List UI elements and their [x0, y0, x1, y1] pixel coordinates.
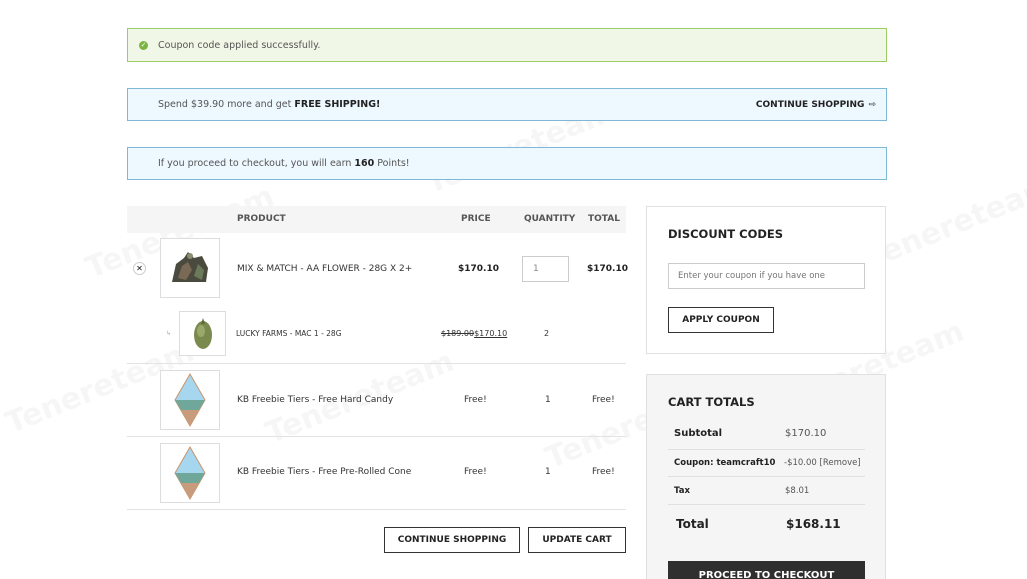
- coupon-value: -$10.00 [Remove]: [784, 458, 861, 468]
- item-name[interactable]: KB Freebie Tiers - Free Pre-Rolled Cone: [237, 467, 411, 477]
- item-quantity: 1: [545, 395, 551, 405]
- update-cart-button[interactable]: UPDATE CART: [528, 527, 626, 553]
- column-quantity: QUANTITY: [524, 214, 576, 224]
- product-thumbnail[interactable]: [160, 370, 220, 430]
- total-row: Total $168.11: [668, 505, 865, 541]
- discount-title: DISCOUNT CODES: [668, 227, 784, 241]
- item-name[interactable]: LUCKY FARMS - MAC 1 - 28G: [236, 329, 342, 338]
- proceed-to-checkout-button[interactable]: PROCEED TO CHECKOUT: [668, 561, 865, 579]
- item-total: Free!: [592, 467, 615, 477]
- points-message: If you proceed to checkout, you will ear…: [158, 158, 410, 169]
- coupon-input[interactable]: [668, 263, 865, 289]
- sale-price: $170.10: [474, 329, 508, 338]
- discount-codes-panel: DISCOUNT CODES APPLY COUPON: [646, 206, 886, 354]
- column-price: PRICE: [461, 214, 491, 224]
- product-thumbnail[interactable]: [160, 443, 220, 503]
- continue-shopping-button[interactable]: CONTINUE SHOPPING: [384, 527, 520, 553]
- row-divider: [127, 436, 626, 437]
- product-thumbnail[interactable]: [160, 238, 220, 298]
- subtotal-label: Subtotal: [674, 428, 723, 439]
- column-product: PRODUCT: [237, 214, 286, 224]
- shipping-message: Spend $39.90 more and get FREE SHIPPING!: [158, 99, 381, 110]
- row-divider: [127, 363, 626, 364]
- item-price: $170.10: [458, 264, 499, 274]
- subtotal-value: $170.10: [785, 428, 827, 439]
- apply-coupon-button[interactable]: APPLY COUPON: [668, 307, 774, 333]
- success-message: Coupon code applied successfully.: [158, 39, 321, 51]
- cart-table-header: PRODUCT PRICE QUANTITY TOTAL: [127, 206, 626, 233]
- total-label: Total: [676, 517, 709, 531]
- quantity-input[interactable]: 1: [522, 256, 569, 282]
- coupon-label: Coupon: teamcraft10: [674, 458, 776, 468]
- continue-shopping-link[interactable]: CONTINUE SHOPPING ⇨: [756, 100, 876, 110]
- remove-item-icon[interactable]: ✕: [133, 262, 146, 275]
- item-total: $170.10: [587, 264, 628, 274]
- free-shipping-notice: Spend $39.90 more and get FREE SHIPPING!…: [127, 88, 887, 121]
- old-price: $189.00: [441, 329, 475, 338]
- product-thumbnail[interactable]: [179, 311, 226, 356]
- item-price: Free!: [464, 467, 487, 477]
- tax-row: Tax $8.01: [668, 477, 865, 505]
- totals-title: CART TOTALS: [668, 395, 755, 409]
- item-name[interactable]: KB Freebie Tiers - Free Hard Candy: [237, 395, 393, 405]
- points-notice: If you proceed to checkout, you will ear…: [127, 147, 887, 180]
- coupon-success-notice: ✓ Coupon code applied successfully.: [127, 28, 887, 62]
- cart-totals-panel: CART TOTALS Subtotal $170.10 Coupon: tea…: [646, 374, 886, 579]
- item-name[interactable]: MIX & MATCH - AA FLOWER - 28G X 2+: [237, 264, 412, 274]
- total-value: $168.11: [786, 517, 841, 531]
- tax-label: Tax: [674, 486, 690, 496]
- item-price: $189.00$170.10: [441, 329, 507, 338]
- item-quantity: 2: [544, 329, 550, 338]
- column-total: TOTAL: [588, 214, 620, 224]
- tax-value: $8.01: [785, 486, 810, 496]
- check-icon: ✓: [139, 40, 148, 50]
- sub-item-marker: ↳: [166, 330, 172, 337]
- subtotal-row: Subtotal $170.10: [668, 420, 865, 450]
- row-divider: [127, 509, 626, 510]
- item-quantity: 1: [545, 467, 551, 477]
- remove-coupon-link[interactable]: [Remove]: [820, 458, 861, 468]
- item-price: Free!: [464, 395, 487, 405]
- arrow-right-icon: ⇨: [868, 99, 876, 110]
- coupon-row: Coupon: teamcraft10 -$10.00 [Remove]: [668, 450, 865, 477]
- item-total: Free!: [592, 395, 615, 405]
